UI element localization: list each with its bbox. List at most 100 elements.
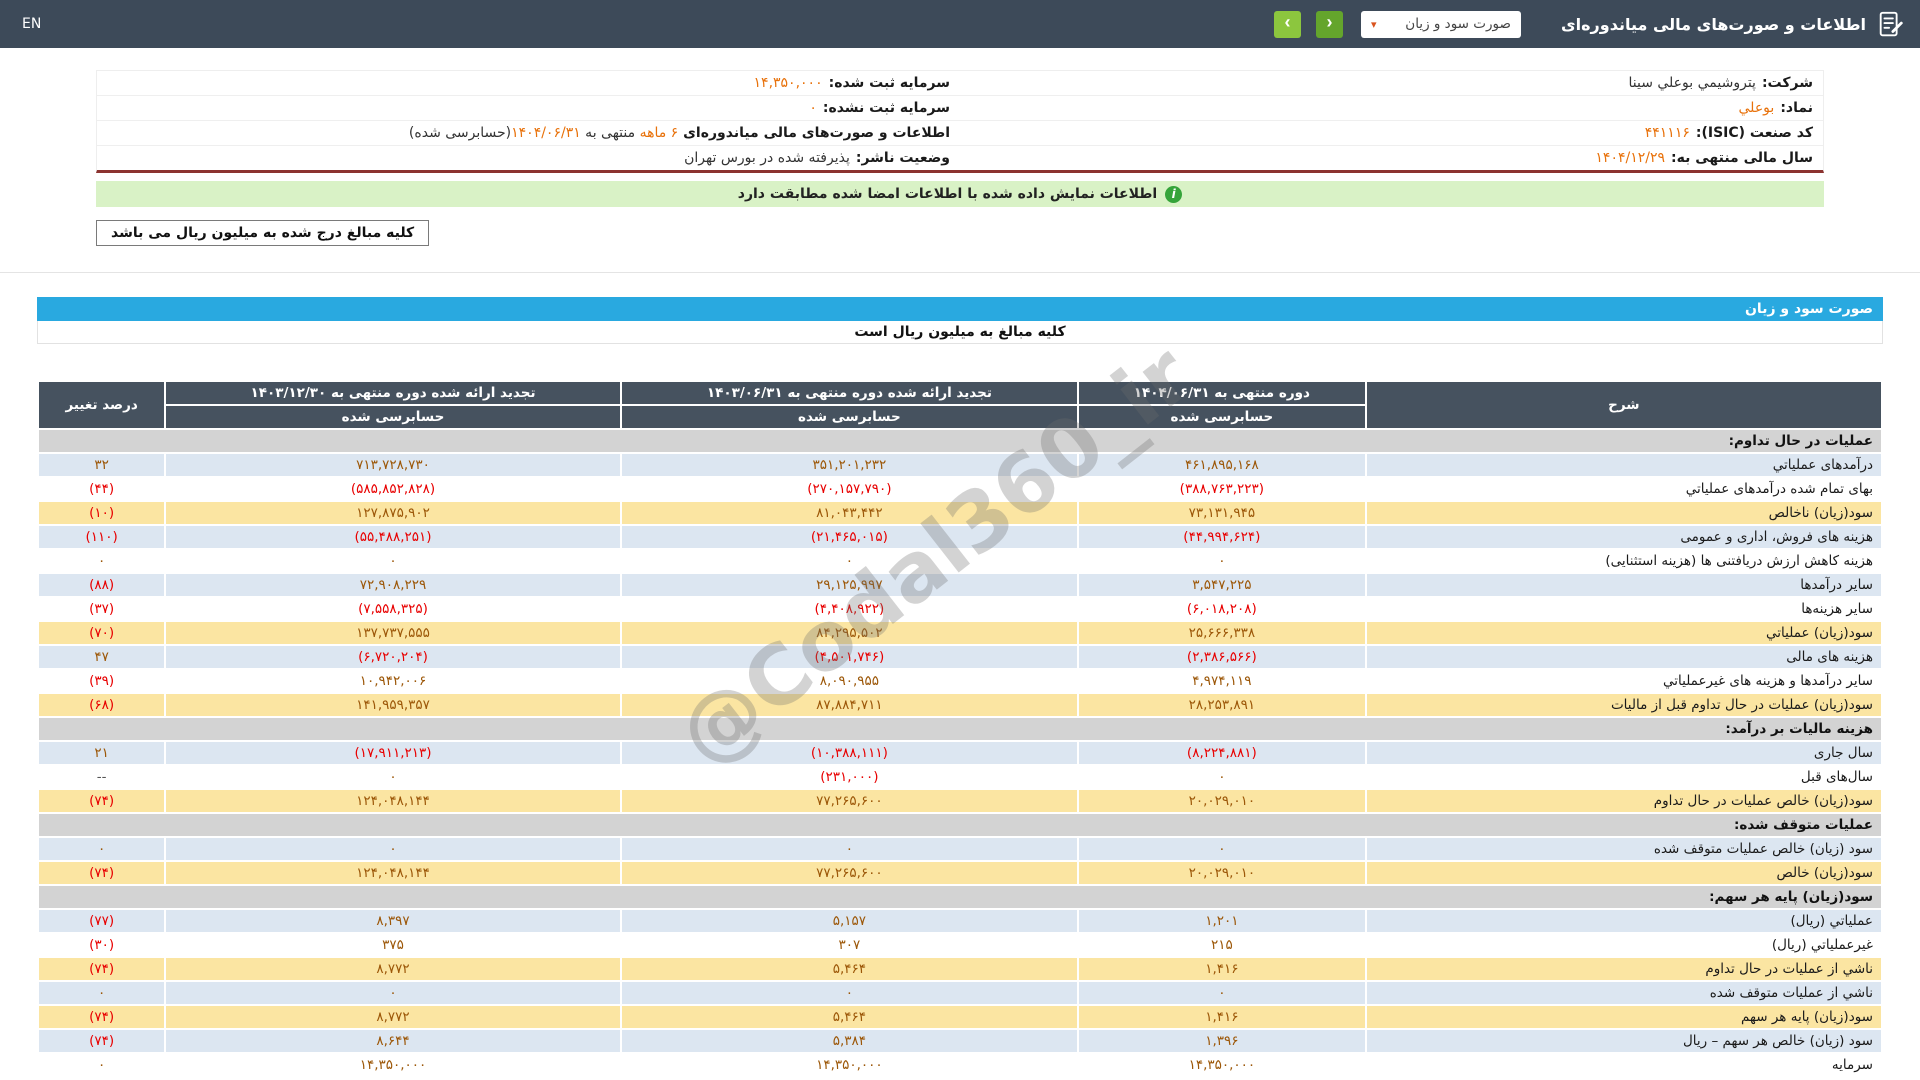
value-cell: ۰ <box>1078 837 1366 861</box>
statement-row: سایر درآمدها و هزینه های غیرعملیاتي۴,۹۷۴… <box>38 669 1882 693</box>
signature-notice-banner: i اطلاعات نمایش داده شده با اطلاعات امضا… <box>96 181 1824 207</box>
col-header-current-period: دوره منتهی به ۱۴۰۴/۰۶/۳۱ <box>1078 381 1366 405</box>
value-cell: ۲۰,۰۲۹,۰۱۰ <box>1078 861 1366 885</box>
language-toggle[interactable]: EN <box>22 16 41 32</box>
info-cell: شرکت:پتروشیمي بوعلي سینا <box>960 71 1823 95</box>
value-cell: ۸,۷۷۲ <box>165 1005 620 1029</box>
value-cell: ۲۰,۰۲۹,۰۱۰ <box>1078 789 1366 813</box>
value-cell: (۴۴,۹۹۴,۶۲۴) <box>1078 525 1366 549</box>
info-cell: سرمایه ثبت نشده:۰ <box>97 96 960 120</box>
info-value: پذیرفته شده در بورس تهران <box>684 150 850 166</box>
value-cell: ۸,۶۴۴ <box>165 1029 620 1053</box>
value-cell: ۵,۳۸۴ <box>621 1029 1078 1053</box>
value-cell: ۰ <box>1078 549 1366 573</box>
value-cell: ۷۱۳,۷۲۸,۷۳۰ <box>165 453 620 477</box>
row-label: ناشي از عملیات متوقف شده <box>1366 981 1882 1005</box>
row-label: سود(زیان) ناخالص <box>1366 501 1882 525</box>
statement-row: سود(زیان) عملیات در حال تداوم قبل از مال… <box>38 693 1882 717</box>
company-info-section: شرکت:پتروشیمي بوعلي سینا سرمایه ثبت شده: ۱… <box>96 70 1824 246</box>
value-cell: ۷۷,۲۶۵,۶۰۰ <box>621 789 1078 813</box>
section-label: عملیات در حال تداوم: <box>38 429 1882 453</box>
value-cell: ۵,۴۶۴ <box>621 957 1078 981</box>
statement-row: هزینه های مالی(۲,۳۸۶,۵۶۶)(۴,۵۰۱,۷۴۶)(۶,۷… <box>38 645 1882 669</box>
statement-row: هزینه کاهش ارزش دریافتنی ها (هزینه استثن… <box>38 549 1882 573</box>
statement-row: سود (زیان) خالص عملیات متوقف شده۰۰۰۰ <box>38 837 1882 861</box>
value-cell: ۳۵۱,۲۰۱,۲۳۲ <box>621 453 1078 477</box>
col-subheader-audited-prior: حسابرسی شده <box>621 405 1078 429</box>
value-cell: ۸,۷۷۲ <box>165 957 620 981</box>
codal-logo-icon <box>1876 9 1906 39</box>
value-cell: (۱۱۰) <box>38 525 165 549</box>
value-cell: ۳۷۵ <box>165 933 620 957</box>
value-cell: (۱۷,۹۱۱,۲۱۳) <box>165 741 620 765</box>
info-label: کد صنعت (ISIC): <box>1696 125 1813 141</box>
value-cell: ۲۱۵ <box>1078 933 1366 957</box>
info-cell: نماد:بوعلي <box>960 96 1823 120</box>
row-label: سود(زیان) عملیاتي <box>1366 621 1882 645</box>
statement-title-bar: صورت سود و زیان <box>37 297 1883 321</box>
info-row: کد صنعت (ISIC):۴۴۱۱۱۶اطلاعات و صورت‌های … <box>97 121 1823 146</box>
value-cell: ۱۴,۳۵۰,۰۰۰ <box>1078 1053 1366 1077</box>
statement-row: سال جاری(۸,۲۲۴,۸۸۱)(۱۰,۳۸۸,۱۱۱)(۱۷,۹۱۱,۲… <box>38 741 1882 765</box>
statement-row: غیرعملیاتي (ریال)۲۱۵۳۰۷۳۷۵(۳۰) <box>38 933 1882 957</box>
value-cell: ۷۲,۹۰۸,۲۲۹ <box>165 573 620 597</box>
company-info-table: شرکت:پتروشیمي بوعلي سینا سرمایه ثبت شده: ۱… <box>96 70 1824 173</box>
prev-report-button[interactable]: ‹ <box>1274 11 1301 38</box>
value-cell: ۸,۳۹۷ <box>165 909 620 933</box>
statement-row: ناشي از عملیات در حال تداوم۱,۴۱۶۵,۴۶۴۸,۷… <box>38 957 1882 981</box>
value-cell: ۲۸,۲۵۳,۸۹۱ <box>1078 693 1366 717</box>
report-type-select[interactable]: صورت سود و زیان ▾ <box>1361 11 1521 38</box>
value-cell: ۸,۰۹۰,۹۵۵ <box>621 669 1078 693</box>
statement-row: سایر هزینه‌ها(۶,۰۱۸,۲۰۸)(۴,۴۰۸,۹۲۲)(۷,۵۵… <box>38 597 1882 621</box>
value-cell: ۱۲۷,۸۷۵,۹۰۲ <box>165 501 620 525</box>
statement-row: سود(زیان) خالص عملیات در حال تداوم۲۰,۰۲۹… <box>38 789 1882 813</box>
value-cell: (۷,۵۵۸,۳۲۵) <box>165 597 620 621</box>
value-cell: ۰ <box>621 837 1078 861</box>
value-cell: (۴,۵۰۱,۷۴۶) <box>621 645 1078 669</box>
chevron-down-icon: ▾ <box>1371 18 1377 31</box>
info-value-part: اطلاعات و صورت‌های مالی میاندوره‌ای <box>678 125 950 141</box>
value-cell: (۶,۷۲۰,۲۰۴) <box>165 645 620 669</box>
row-label: سود(زیان) خالص <box>1366 861 1882 885</box>
value-cell: ۱,۴۱۶ <box>1078 1005 1366 1029</box>
statement-row: سایر درآمدها۳,۵۴۷,۲۲۵۲۹,۱۲۵,۹۹۷۷۲,۹۰۸,۲۲… <box>38 573 1882 597</box>
value-cell: (۷۴) <box>38 957 165 981</box>
col-subheader-audited-annual: حسابرسی شده <box>165 405 620 429</box>
value-cell: (۷۴) <box>38 789 165 813</box>
value-cell: (۲,۳۸۶,۵۶۶) <box>1078 645 1366 669</box>
value-cell: ۱۰,۹۴۲,۰۰۶ <box>165 669 620 693</box>
next-report-button[interactable]: › <box>1316 11 1343 38</box>
row-label: هزینه های مالی <box>1366 645 1882 669</box>
info-label: سرمایه ثبت شده: <box>829 75 950 91</box>
value-cell: ۴,۹۷۴,۱۱۹ <box>1078 669 1366 693</box>
statement-unit-note: کلیه مبالغ به میلیون ریال است <box>37 321 1883 344</box>
value-cell: ۷۳,۱۳۱,۹۴۵ <box>1078 501 1366 525</box>
value-cell: ۸۷,۸۸۴,۷۱۱ <box>621 693 1078 717</box>
info-value-part: ۱۴۰۴/۰۶/۳۱ <box>511 125 581 141</box>
value-cell: (۲۳۱,۰۰۰) <box>621 765 1078 789</box>
info-cell: وضعیت ناشر: پذیرفته شده در بورس تهران <box>97 146 960 170</box>
info-label: وضعیت ناشر: <box>856 150 950 166</box>
section-label: سود(زیان) پایه هر سهم: <box>38 885 1882 909</box>
info-value: ۱۴۰۴/۱۲/۲۹ <box>1595 150 1665 166</box>
info-cell: اطلاعات و صورت‌های مالی میاندوره‌ای ۶ ما… <box>97 121 960 145</box>
table-header: شرح دوره منتهی به ۱۴۰۴/۰۶/۳۱ تجدید ارائه… <box>38 381 1882 429</box>
row-label: سود(زیان) خالص عملیات در حال تداوم <box>1366 789 1882 813</box>
value-cell: (۲۱,۴۶۵,۰۱۵) <box>621 525 1078 549</box>
value-cell: ۱۴,۳۵۰,۰۰۰ <box>165 1053 620 1077</box>
value-cell: ۱,۲۰۱ <box>1078 909 1366 933</box>
statement-row: ناشي از عملیات متوقف شده۰۰۰۰ <box>38 981 1882 1005</box>
value-cell: ۵,۴۶۴ <box>621 1005 1078 1029</box>
value-cell: (۸۸) <box>38 573 165 597</box>
statement-row: سود(زیان) خالص۲۰,۰۲۹,۰۱۰۷۷,۲۶۵,۶۰۰۱۲۴,۰۴… <box>38 861 1882 885</box>
value-cell: (۸,۲۲۴,۸۸۱) <box>1078 741 1366 765</box>
value-cell: ۰ <box>38 549 165 573</box>
value-cell: ۰ <box>165 549 620 573</box>
info-value-part: ۶ ماهه <box>640 125 679 141</box>
value-cell: (۵۵,۴۸۸,۲۵۱) <box>165 525 620 549</box>
statement-row: سرمایه۱۴,۳۵۰,۰۰۰۱۴,۳۵۰,۰۰۰۱۴,۳۵۰,۰۰۰۰ <box>38 1053 1882 1077</box>
section-label: هزینه مالیات بر درآمد: <box>38 717 1882 741</box>
value-cell: ۱,۳۹۶ <box>1078 1029 1366 1053</box>
value-cell: (۱۰,۳۸۸,۱۱۱) <box>621 741 1078 765</box>
statement-row: درآمدهای عملیاتي۴۶۱,۸۹۵,۱۶۸۳۵۱,۲۰۱,۲۳۲۷۱… <box>38 453 1882 477</box>
